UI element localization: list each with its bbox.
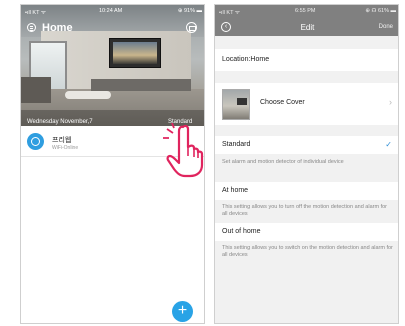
battery-text: ⊕ 91% ▬: [177, 8, 202, 14]
menu-icon[interactable]: [27, 23, 36, 32]
menu-icon-line: [30, 28, 33, 29]
check-icon: ✓: [385, 140, 392, 149]
carrier-text: •ıll KT ᯤ: [25, 10, 46, 16]
option-label: Standard: [222, 141, 251, 148]
room-cabinet: [91, 79, 191, 91]
menu-icon-line: [30, 26, 33, 27]
pointing-hand-icon: [163, 123, 204, 178]
room-table: [65, 91, 111, 99]
menu-icon-line: [30, 30, 33, 31]
clock-text: 10:24 AM: [99, 8, 123, 14]
page-title: Home: [42, 22, 73, 34]
room-tv: [109, 38, 161, 68]
option-description: Set alarm and motion detector of individ…: [222, 159, 344, 165]
choose-cover-label: Choose Cover: [260, 99, 305, 106]
camera-icon[interactable]: [186, 22, 197, 33]
clock-text: 6:55 PM: [295, 8, 316, 14]
room-sofa: [21, 77, 51, 103]
date-label: Wednesday November,7: [27, 119, 93, 125]
option-description: This setting allows you to switch on the…: [222, 245, 393, 258]
chevron-right-icon: ›: [389, 97, 392, 107]
done-button[interactable]: Done: [379, 24, 393, 30]
location-field[interactable]: Location:Home: [215, 49, 398, 71]
option-label: At home: [222, 187, 249, 194]
edit-screen: •ıll KT ᯤ 6:55 PM ⊕ ☊ 61% ▬ ‹ Edit Done …: [214, 4, 399, 324]
device-icon: [27, 133, 44, 150]
option-label: Out of home: [222, 228, 261, 235]
status-bar: •ıll KT ᯤ 6:55 PM ⊕ ☊ 61% ▬: [215, 5, 398, 16]
option-standard[interactable]: Standard ✓: [215, 136, 398, 154]
battery-text: ⊕ ☊ 61% ▬: [365, 8, 396, 14]
home-screen: •ıll KT ᯤ 10:24 AM ⊕ 91% ▬ Home Wednesda…: [20, 4, 205, 324]
device-name: 프리웹: [52, 137, 72, 144]
device-status: WiFi-Online: [52, 145, 79, 151]
cover-thumbnail: [222, 89, 250, 120]
add-icon[interactable]: +: [172, 301, 193, 322]
carrier-text: •ıll KT ᯤ: [219, 10, 240, 16]
room-tv-screen: [113, 42, 157, 64]
option-out-of-home[interactable]: Out of home: [215, 223, 398, 241]
option-description: This setting allows you to turn off the …: [222, 204, 387, 217]
option-at-home[interactable]: At home: [215, 182, 398, 200]
page-title: Edit: [300, 23, 315, 32]
status-bar: •ıll KT ᯤ 10:24 AM ⊕ 91% ▬: [21, 5, 204, 16]
location-label: Location:Home: [222, 56, 270, 63]
choose-cover-row[interactable]: Choose Cover ›: [215, 83, 398, 125]
nav-bar: •ıll KT ᯤ 6:55 PM ⊕ ☊ 61% ▬ ‹ Edit Done: [215, 5, 398, 36]
